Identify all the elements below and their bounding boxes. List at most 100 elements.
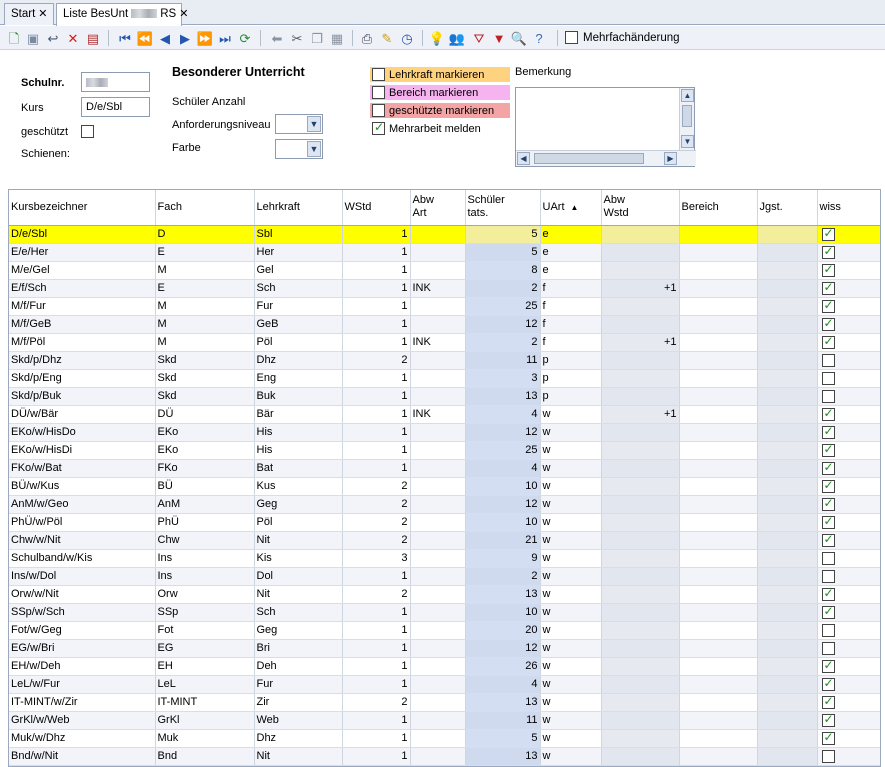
- table-row[interactable]: EKo/w/HisDi EKo His 1 25 w: [9, 441, 880, 460]
- wiss-checkbox[interactable]: [821, 478, 835, 493]
- cell-abw-wstd[interactable]: [601, 243, 680, 262]
- wiss-checkbox[interactable]: [821, 569, 835, 583]
- cell-abw-wstd[interactable]: [601, 657, 680, 676]
- cell-uart[interactable]: w: [540, 513, 602, 532]
- cell-fach[interactable]: M: [155, 333, 255, 352]
- cell-wstd[interactable]: 1: [342, 333, 411, 352]
- cell-uart[interactable]: f: [540, 333, 602, 352]
- users-icon[interactable]: 👥: [448, 29, 466, 47]
- properties-icon[interactable]: ▤: [84, 29, 102, 47]
- cell-kursbezeichner[interactable]: M/f/Fur: [9, 297, 156, 316]
- cell-bereich[interactable]: [679, 621, 758, 640]
- vertical-scrollbar[interactable]: ▲ ▼: [679, 88, 694, 151]
- cell-lehrkraft[interactable]: Dol: [254, 567, 343, 586]
- cell-wstd[interactable]: 1: [342, 405, 411, 424]
- cell-jgst[interactable]: [757, 297, 818, 316]
- cell-lehrkraft[interactable]: Geg: [254, 621, 343, 640]
- cell-jgst[interactable]: [757, 549, 818, 568]
- cell-fach[interactable]: Fot: [155, 621, 255, 640]
- cell-bereich[interactable]: [679, 369, 758, 388]
- wiss-checkbox[interactable]: [821, 712, 835, 727]
- bemerkung-textarea[interactable]: ▲ ▼ ◀ ▶: [515, 87, 696, 167]
- cell-fach[interactable]: Orw: [155, 585, 255, 604]
- cell-uart[interactable]: w: [540, 657, 602, 676]
- cell-abw-wstd[interactable]: [601, 603, 680, 622]
- cell-kursbezeichner[interactable]: Fot/w/Geg: [9, 621, 156, 640]
- cell-schueler-tats[interactable]: 10: [465, 513, 541, 532]
- cell-uart[interactable]: e: [540, 261, 602, 280]
- cell-kursbezeichner[interactable]: EG/w/Bri: [9, 639, 156, 658]
- cell-jgst[interactable]: [757, 387, 818, 406]
- cell-kursbezeichner[interactable]: AnM/w/Geo: [9, 495, 156, 514]
- copy-icon[interactable]: ❐: [308, 29, 326, 47]
- bereich-markieren-option[interactable]: Bereich markieren: [370, 85, 510, 100]
- cell-uart[interactable]: w: [540, 729, 602, 748]
- cell-schueler-tats[interactable]: 2: [465, 567, 541, 586]
- cell-jgst[interactable]: [757, 279, 818, 298]
- cell-wiss[interactable]: [817, 621, 880, 640]
- cell-wiss[interactable]: [817, 315, 880, 334]
- cell-lehrkraft[interactable]: Sbl: [254, 225, 343, 244]
- scroll-thumb[interactable]: [682, 105, 692, 127]
- table-row[interactable]: Orw/w/Nit Orw Nit 2 13 w: [9, 585, 880, 604]
- cell-wstd[interactable]: 2: [342, 531, 411, 550]
- cell-abw-wstd[interactable]: [601, 459, 680, 478]
- cell-jgst[interactable]: [757, 315, 818, 334]
- cell-jgst[interactable]: [757, 567, 818, 586]
- cell-jgst[interactable]: [757, 495, 818, 514]
- cell-abw-wstd[interactable]: [601, 477, 680, 496]
- cell-kursbezeichner[interactable]: Ins/w/Dol: [9, 567, 156, 586]
- cell-fach[interactable]: DÜ: [155, 405, 255, 424]
- cell-abw-art[interactable]: [410, 441, 466, 460]
- cell-bereich[interactable]: [679, 603, 758, 622]
- cell-abw-wstd[interactable]: [601, 297, 680, 316]
- cell-kursbezeichner[interactable]: M/e/Gel: [9, 261, 156, 280]
- cell-abw-art[interactable]: [410, 585, 466, 604]
- table-row[interactable]: Skd/p/Eng Skd Eng 1 3 p: [9, 369, 880, 388]
- cell-abw-wstd[interactable]: [601, 549, 680, 568]
- wiss-checkbox[interactable]: [821, 353, 835, 367]
- cell-wstd[interactable]: 2: [342, 351, 411, 370]
- wiss-checkbox[interactable]: [821, 658, 835, 673]
- cell-lehrkraft[interactable]: Gel: [254, 261, 343, 280]
- wiss-checkbox[interactable]: [821, 749, 835, 763]
- cell-kursbezeichner[interactable]: GrKl/w/Web: [9, 711, 156, 730]
- cell-wiss[interactable]: [817, 711, 880, 730]
- cell-schueler-tats[interactable]: 5: [465, 729, 541, 748]
- cell-uart[interactable]: w: [540, 405, 602, 424]
- cell-wiss[interactable]: [817, 729, 880, 748]
- cell-schueler-tats[interactable]: 10: [465, 603, 541, 622]
- filter-icon[interactable]: ▼: [490, 29, 508, 47]
- cell-kursbezeichner[interactable]: SSp/w/Sch: [9, 603, 156, 622]
- cell-schueler-tats[interactable]: 5: [465, 243, 541, 262]
- cell-lehrkraft[interactable]: Nit: [254, 747, 343, 766]
- cell-abw-wstd[interactable]: [601, 387, 680, 406]
- cell-wstd[interactable]: 2: [342, 585, 411, 604]
- table-row[interactable]: M/f/GeB M GeB 1 12 f: [9, 315, 880, 334]
- cell-wiss[interactable]: [817, 639, 880, 658]
- table-row[interactable]: M/f/Pöl M Pöl 1 INK 2 f +1: [9, 333, 880, 352]
- cell-abw-wstd[interactable]: [601, 531, 680, 550]
- cell-wstd[interactable]: 1: [342, 423, 411, 442]
- cell-abw-art[interactable]: [410, 477, 466, 496]
- cell-uart[interactable]: w: [540, 459, 602, 478]
- cell-fach[interactable]: LeL: [155, 675, 255, 694]
- wiss-checkbox[interactable]: [821, 316, 835, 331]
- cell-uart[interactable]: e: [540, 243, 602, 262]
- close-icon[interactable]: ✕: [179, 8, 188, 20]
- cell-schueler-tats[interactable]: 12: [465, 315, 541, 334]
- cell-jgst[interactable]: [757, 405, 818, 424]
- cell-schueler-tats[interactable]: 11: [465, 711, 541, 730]
- cell-abw-art[interactable]: [410, 495, 466, 514]
- cell-fach[interactable]: BÜ: [155, 477, 255, 496]
- wiss-checkbox[interactable]: [821, 406, 835, 421]
- cell-bereich[interactable]: [679, 297, 758, 316]
- cell-schueler-tats[interactable]: 21: [465, 531, 541, 550]
- cell-abw-art[interactable]: [410, 261, 466, 280]
- cell-schueler-tats[interactable]: 10: [465, 477, 541, 496]
- cell-abw-wstd[interactable]: [601, 693, 680, 712]
- cut-icon[interactable]: ✂: [288, 29, 306, 47]
- cell-kursbezeichner[interactable]: Schulband/w/Kis: [9, 549, 156, 568]
- cell-lehrkraft[interactable]: Bär: [254, 405, 343, 424]
- cell-kursbezeichner[interactable]: Chw/w/Nit: [9, 531, 156, 550]
